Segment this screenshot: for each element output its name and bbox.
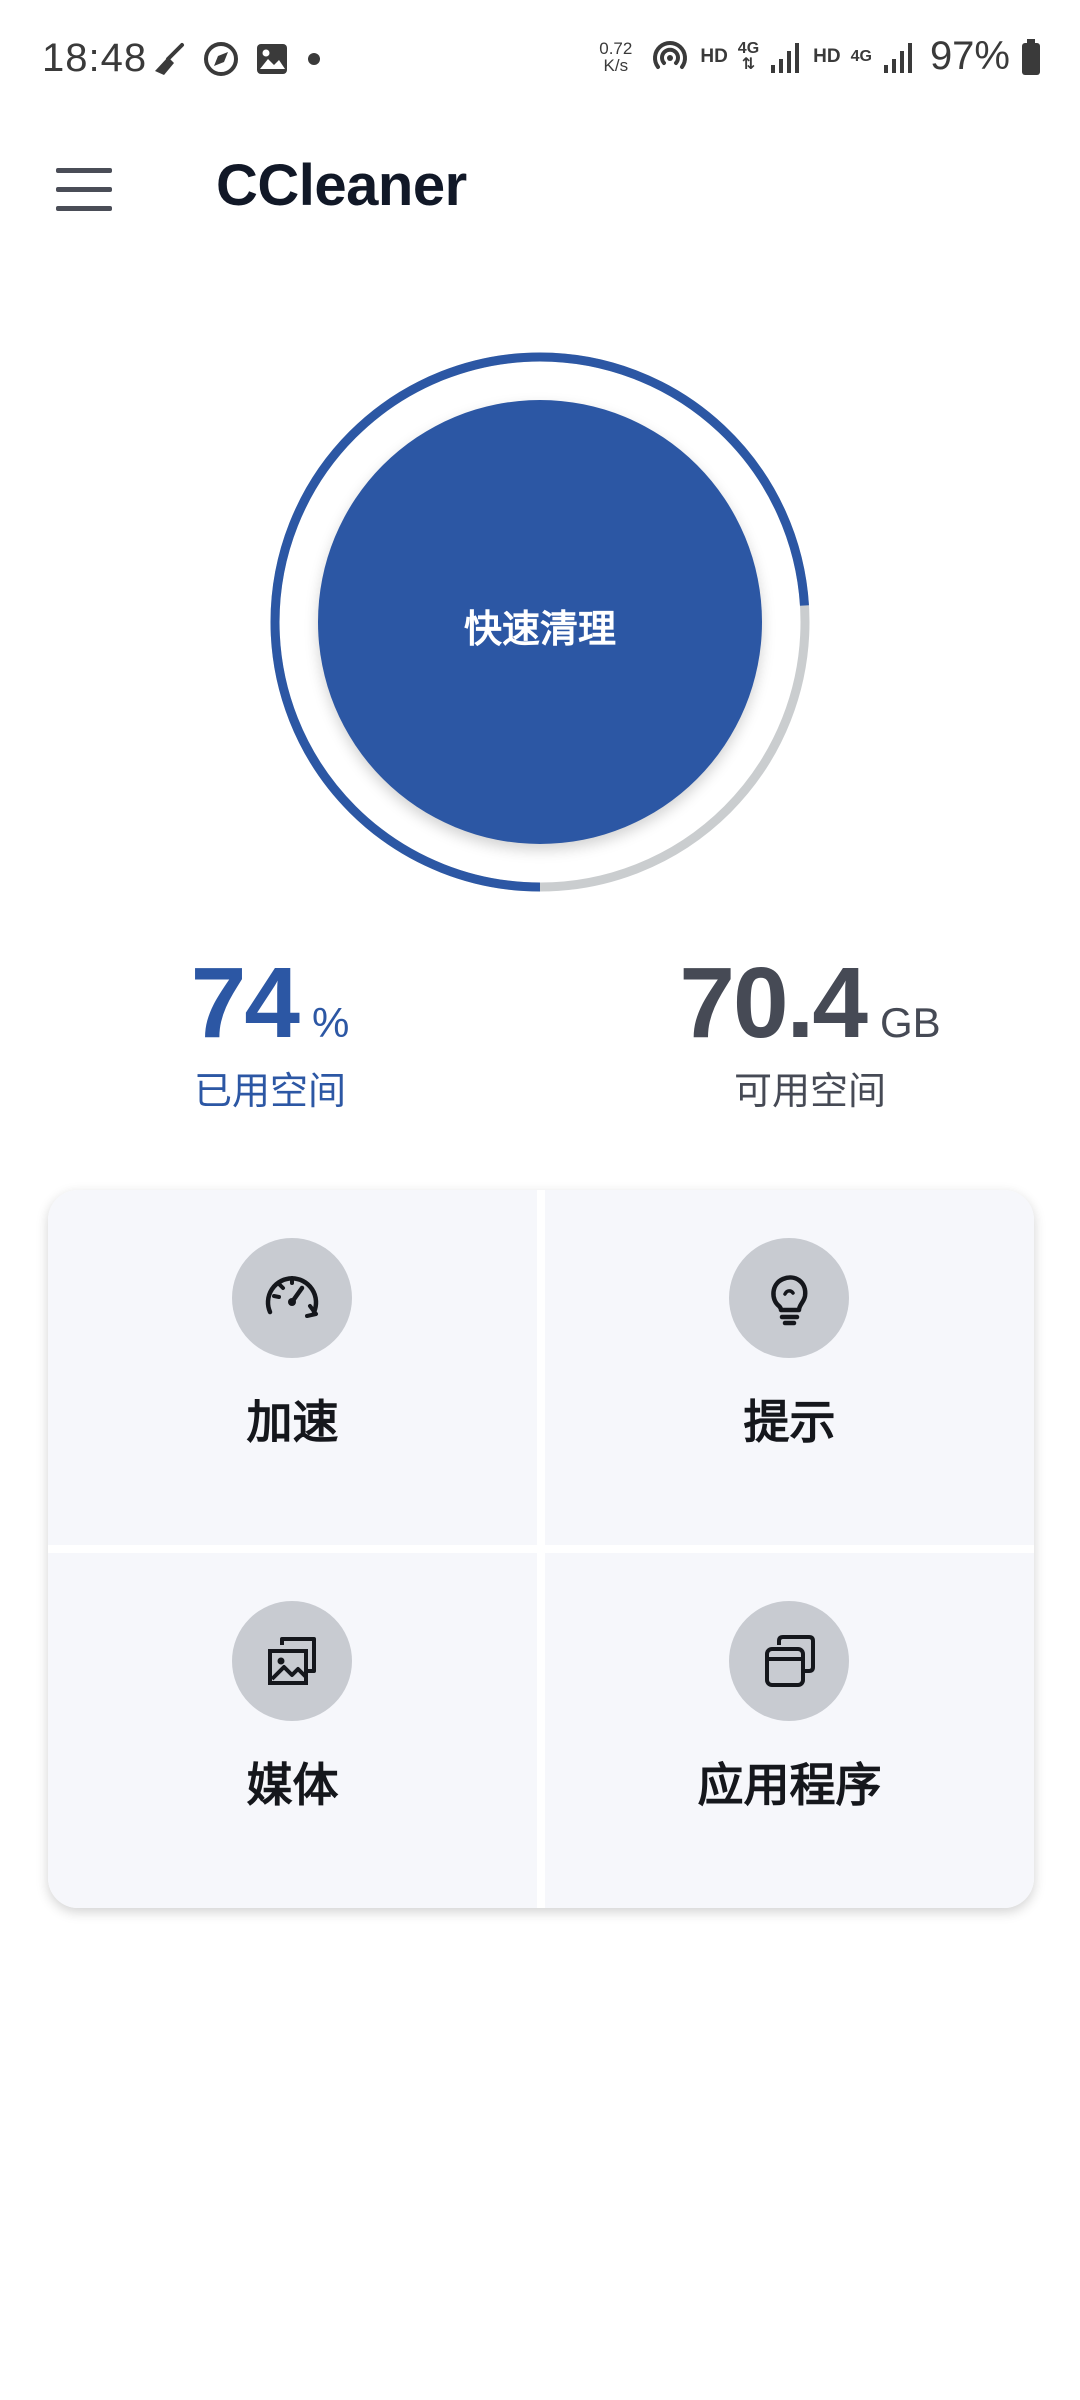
menu-icon-bar bbox=[56, 206, 112, 211]
hd-badge: HD bbox=[700, 45, 728, 67]
network-type-label-2: 4G bbox=[850, 47, 872, 65]
menu-icon bbox=[56, 168, 112, 173]
hotspot-icon bbox=[653, 40, 688, 69]
status-right: 0.72 K/s HD 4G ⇅ HD 4G 97% bbox=[599, 34, 1042, 79]
used-space-value-row: 74 % bbox=[191, 948, 350, 1058]
menu-icon-bar bbox=[56, 187, 112, 192]
used-space-unit: % bbox=[311, 999, 350, 1046]
broom-icon bbox=[155, 43, 184, 75]
free-space-value-row: 70.4 GB bbox=[679, 948, 940, 1058]
speedometer-icon bbox=[232, 1238, 352, 1358]
free-space-value: 70.4 bbox=[679, 947, 868, 1059]
menu-button[interactable] bbox=[52, 162, 116, 218]
battery-icon bbox=[1022, 38, 1040, 75]
network-speed: 0.72 K/s bbox=[599, 40, 632, 74]
free-space-label: 可用空间 bbox=[733, 1071, 886, 1113]
gallery-icon bbox=[232, 1601, 352, 1721]
signal-icon-2 bbox=[883, 42, 912, 73]
dot-icon bbox=[308, 53, 320, 65]
free-space-unit: GB bbox=[879, 999, 941, 1046]
network-type-label: 4G bbox=[737, 39, 760, 57]
tile-apps-label: 应用程序 bbox=[697, 1759, 882, 1811]
tile-media-label: 媒体 bbox=[246, 1759, 339, 1811]
tile-media[interactable]: 媒体 bbox=[48, 1553, 537, 1908]
used-space-value: 74 bbox=[190, 947, 300, 1059]
tile-boost-label: 加速 bbox=[246, 1396, 339, 1448]
hd-badge-2: HD bbox=[813, 45, 841, 67]
data-arrows-icon: ⇅ bbox=[741, 55, 756, 73]
image-icon bbox=[257, 44, 287, 74]
feature-grid: 加速 提示 媒体 应用程序 bbox=[48, 1190, 1034, 1908]
quick-clean-label: 快速清理 bbox=[463, 608, 616, 651]
used-space-label: 已用空间 bbox=[193, 1071, 346, 1113]
compass-icon bbox=[204, 42, 238, 76]
tile-tips-label: 提示 bbox=[743, 1396, 836, 1448]
status-time: 18:48 bbox=[42, 36, 148, 80]
tile-apps[interactable]: 应用程序 bbox=[545, 1553, 1034, 1908]
network-speed-value: 0.72 bbox=[599, 38, 633, 58]
quick-clean-button[interactable]: 快速清理 bbox=[318, 400, 762, 844]
storage-gauge: 快速清理 bbox=[268, 350, 812, 894]
notification-icons bbox=[152, 40, 324, 78]
status-bar: 18:48 0.72 K/s HD 4G ⇅ HD 4G 97% bbox=[0, 0, 1080, 120]
tile-tips[interactable]: 提示 bbox=[545, 1190, 1034, 1545]
network-type: 4G ⇅ bbox=[737, 39, 760, 73]
apps-icon bbox=[729, 1601, 849, 1721]
lightbulb-icon bbox=[729, 1238, 849, 1358]
signal-icon bbox=[771, 42, 800, 73]
network-speed-unit: K/s bbox=[603, 55, 629, 75]
app-title: CCleaner bbox=[216, 153, 467, 218]
free-space-stat: 70.4 GB 可用空间 bbox=[640, 948, 980, 1115]
app-bar: CCleaner bbox=[0, 130, 1080, 250]
tile-boost[interactable]: 加速 bbox=[48, 1190, 537, 1545]
battery-percent: 97% bbox=[929, 34, 1010, 78]
used-space-stat: 74 % 已用空间 bbox=[150, 948, 390, 1115]
network-type-2: 4G bbox=[850, 47, 872, 65]
